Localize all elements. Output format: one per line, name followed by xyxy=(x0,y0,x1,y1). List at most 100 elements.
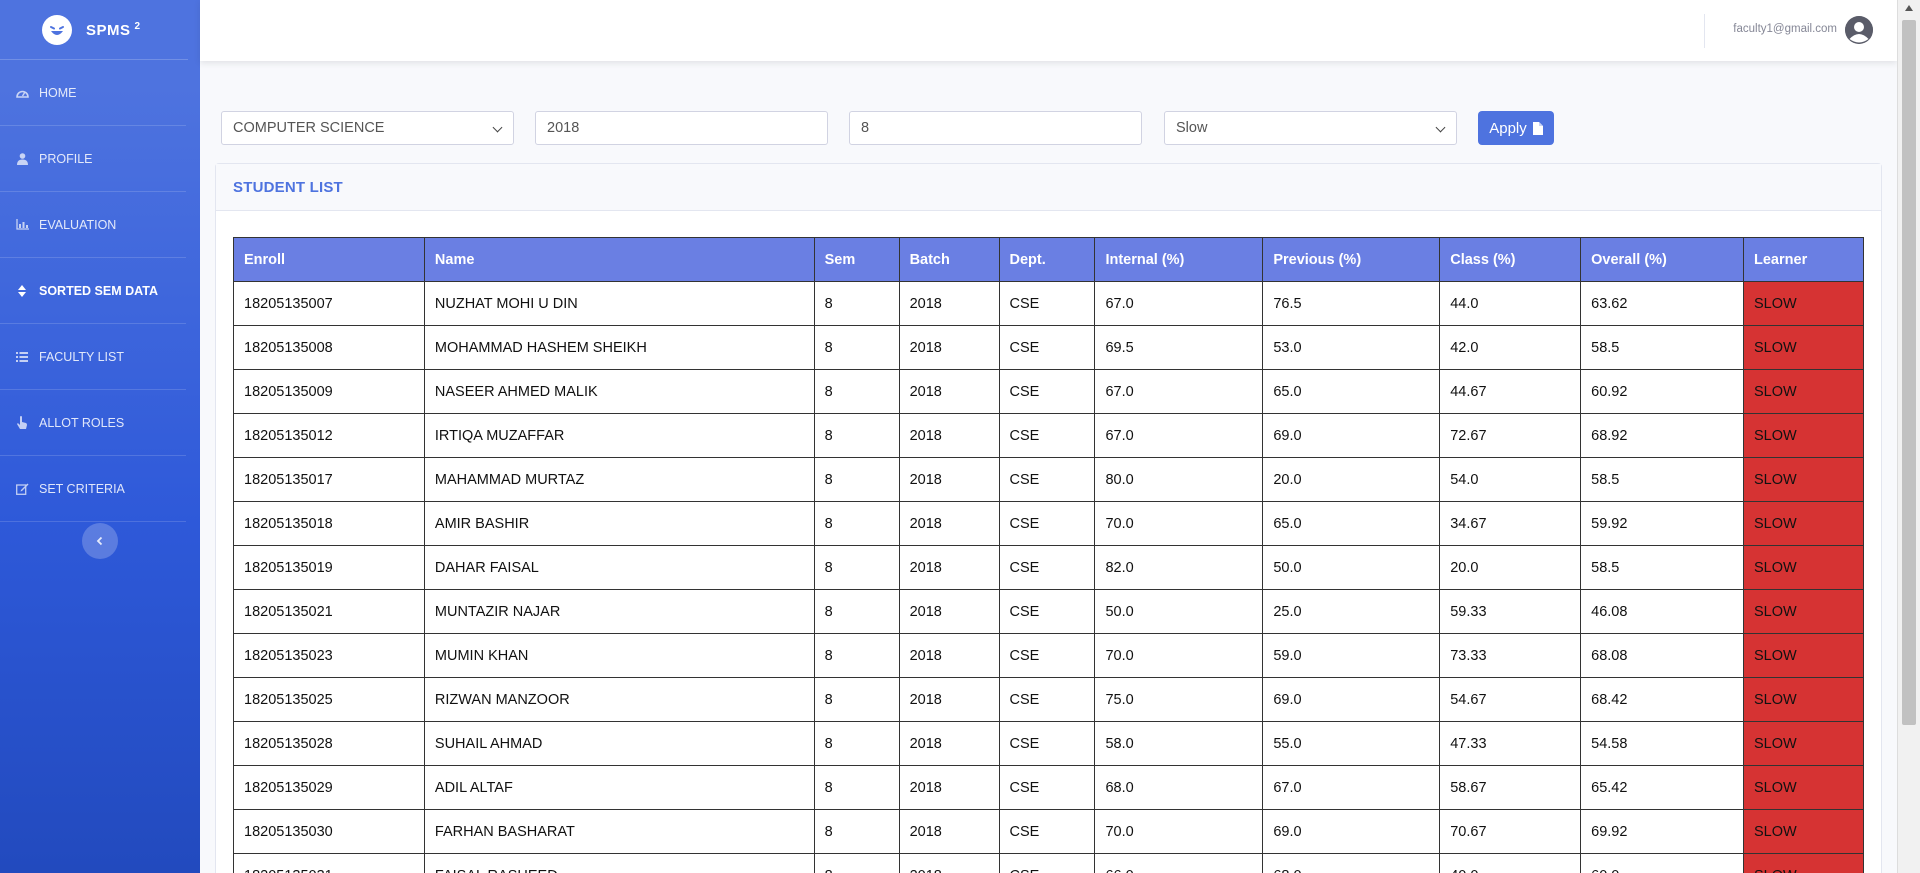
table-cell: 18205135030 xyxy=(233,809,425,854)
scroll-up-arrow-icon[interactable] xyxy=(1905,5,1913,11)
table-cell: 63.62 xyxy=(1580,281,1745,326)
sidebar-item-set-criteria[interactable]: SET CRITERIA xyxy=(0,456,186,522)
column-header[interactable]: Batch xyxy=(898,237,1000,282)
table-cell: 54.67 xyxy=(1439,677,1582,722)
table-cell: 54.58 xyxy=(1580,721,1745,766)
scrollbar-thumb[interactable] xyxy=(1902,20,1916,725)
avatar[interactable] xyxy=(1845,16,1873,44)
table-cell: 69.0 xyxy=(1262,677,1441,722)
table-cell: 2018 xyxy=(898,369,1000,414)
table-cell: 2018 xyxy=(898,281,1000,326)
table-cell: 2018 xyxy=(898,765,1000,810)
learner-badge-cell: SLOW xyxy=(1743,633,1864,678)
table-cell: 2018 xyxy=(898,721,1000,766)
brand-name: SPMS 2 xyxy=(86,20,141,39)
table-row: 18205135029 ADIL ALTAF 8 2018 CSE 68.0 67.0 58.… xyxy=(233,765,1864,810)
user-avatar-icon xyxy=(1845,16,1873,44)
table-cell: CSE xyxy=(998,325,1096,370)
learner-badge-cell: SLOW xyxy=(1743,325,1864,370)
table-cell: 18205135008 xyxy=(233,325,425,370)
table-cell: 2018 xyxy=(898,853,1000,873)
table-cell: 2018 xyxy=(898,457,1000,502)
batch-input-value: 2018 xyxy=(547,120,580,136)
table-cell: 18205135023 xyxy=(233,633,425,678)
semester-input[interactable]: 8 xyxy=(849,111,1142,145)
column-header[interactable]: Enroll xyxy=(233,237,425,282)
column-header[interactable]: Dept. xyxy=(998,237,1096,282)
table-cell: CSE xyxy=(998,457,1096,502)
user-email[interactable]: faculty1@gmail.com xyxy=(1733,23,1837,35)
table-cell: 70.0 xyxy=(1094,633,1264,678)
column-header[interactable]: Name xyxy=(423,237,815,282)
sidebar-item-allot-roles[interactable]: ALLOT ROLES xyxy=(0,390,186,456)
column-header[interactable]: Internal (%) xyxy=(1094,237,1264,282)
sidebar-item-home[interactable]: HOME xyxy=(0,60,186,126)
table-cell: 2018 xyxy=(898,809,1000,854)
learner-type-select[interactable]: Slow xyxy=(1164,111,1457,145)
brand[interactable]: SPMS 2 xyxy=(0,0,188,60)
table-cell: IRTIQA MUZAFFAR xyxy=(423,413,815,458)
table-cell: 70.67 xyxy=(1439,809,1582,854)
table-cell: 60.92 xyxy=(1580,369,1745,414)
column-header[interactable]: Sem xyxy=(813,237,900,282)
chevron-down-icon xyxy=(1435,122,1446,133)
table-cell: 67.0 xyxy=(1094,413,1264,458)
table-cell: 82.0 xyxy=(1094,545,1264,590)
table-cell: 25.0 xyxy=(1262,589,1441,634)
table-cell: 42.0 xyxy=(1439,325,1582,370)
table-cell: 8 xyxy=(813,853,900,873)
file-icon xyxy=(1532,121,1543,135)
column-header[interactable]: Learner xyxy=(1743,237,1864,282)
table-cell: CSE xyxy=(998,677,1096,722)
department-select-value: COMPUTER SCIENCE xyxy=(233,120,385,136)
sidebar-item-label: FACULTY LIST xyxy=(39,349,124,364)
sidebar-item-profile[interactable]: PROFILE xyxy=(0,126,186,192)
sidebar-item-faculty-list[interactable]: FACULTY LIST xyxy=(0,324,186,390)
table-cell: 72.67 xyxy=(1439,413,1582,458)
apply-button[interactable]: Apply xyxy=(1478,111,1554,145)
sort-icon xyxy=(15,284,29,298)
page-scrollbar[interactable] xyxy=(1897,0,1920,873)
column-header[interactable]: Class (%) xyxy=(1439,237,1582,282)
table-cell: 47.33 xyxy=(1439,721,1582,766)
table-row: 18205135012 IRTIQA MUZAFFAR 8 2018 CSE 67.0 69… xyxy=(233,413,1864,458)
column-header[interactable]: Overall (%) xyxy=(1580,237,1745,282)
column-header[interactable]: Previous (%) xyxy=(1262,237,1441,282)
table-cell: 70.0 xyxy=(1094,501,1264,546)
learner-badge-cell: SLOW xyxy=(1743,721,1864,766)
learner-badge-cell: SLOW xyxy=(1743,369,1864,414)
table-cell: 44.67 xyxy=(1439,369,1582,414)
table-cell: 2018 xyxy=(898,589,1000,634)
laugh-logo-icon xyxy=(42,14,72,45)
table-cell: 75.0 xyxy=(1094,677,1264,722)
table-cell: 8 xyxy=(813,369,900,414)
table-cell: 68.92 xyxy=(1580,413,1745,458)
table-cell: CSE xyxy=(998,369,1096,414)
table-cell: DAHAR FAISAL xyxy=(423,545,815,590)
semester-input-value: 8 xyxy=(861,120,870,136)
table-cell: 58.5 xyxy=(1580,545,1745,590)
table-cell: MAHAMMAD MURTAZ xyxy=(423,457,815,502)
table-cell: CSE xyxy=(998,853,1096,873)
table-cell: 8 xyxy=(813,413,900,458)
table-cell: 8 xyxy=(813,281,900,326)
table-cell: 67.0 xyxy=(1094,281,1264,326)
sidebar-item-sorted-sem-data[interactable]: SORTED SEM DATA xyxy=(0,258,186,324)
sidebar-item-evaluation[interactable]: EVALUATION xyxy=(0,192,186,258)
dashboard-icon xyxy=(15,86,29,100)
table-cell: 65.0 xyxy=(1262,369,1441,414)
table-cell: 68.42 xyxy=(1580,677,1745,722)
table-row: 18205135008 MOHAMMAD HASHEM SHEIKH 8 2018 CS… xyxy=(233,325,1864,370)
table-cell: 53.0 xyxy=(1262,325,1441,370)
sidebar-item-label: SET CRITERIA xyxy=(39,481,125,496)
table-cell: 70.0 xyxy=(1094,809,1264,854)
table-cell: 8 xyxy=(813,765,900,810)
department-select[interactable]: COMPUTER SCIENCE xyxy=(221,111,514,145)
table-cell: CSE xyxy=(998,281,1096,326)
table-cell: 59.33 xyxy=(1439,589,1582,634)
sidebar-item-label: EVALUATION xyxy=(39,217,117,232)
batch-input[interactable]: 2018 xyxy=(535,111,828,145)
learner-badge-cell: SLOW xyxy=(1743,853,1864,873)
table-cell: NASEER AHMED MALIK xyxy=(423,369,815,414)
sidebar-toggle-button[interactable] xyxy=(82,523,118,559)
